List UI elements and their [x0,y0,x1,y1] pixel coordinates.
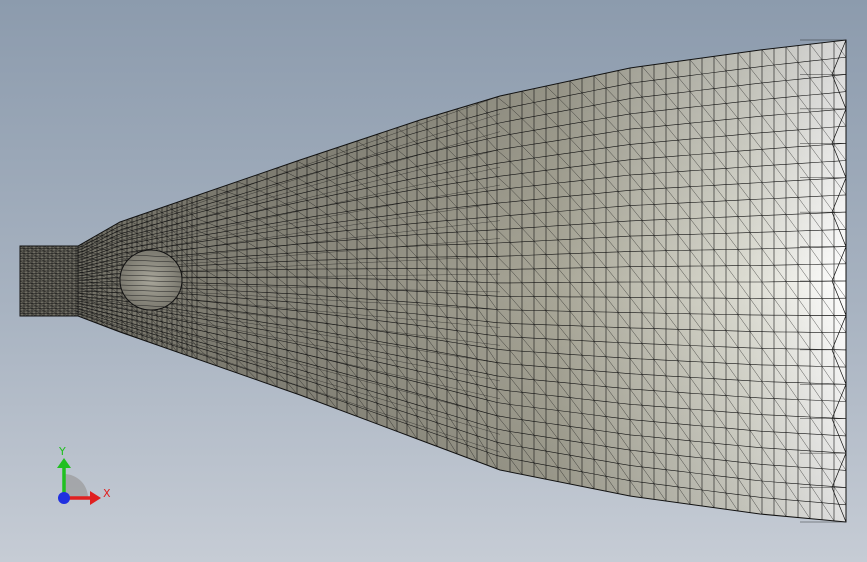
mesh-model[interactable]: Y X [0,0,867,562]
y-axis-arrow [57,458,71,468]
coordinate-triad: Y X [57,445,111,505]
z-axis-dot [58,492,70,504]
graphics-viewport[interactable]: Y X [0,0,867,562]
y-axis-label: Y [58,445,66,458]
nozzle-body [19,39,847,523]
x-axis-label: X [103,487,111,500]
x-axis-arrow [90,491,101,505]
